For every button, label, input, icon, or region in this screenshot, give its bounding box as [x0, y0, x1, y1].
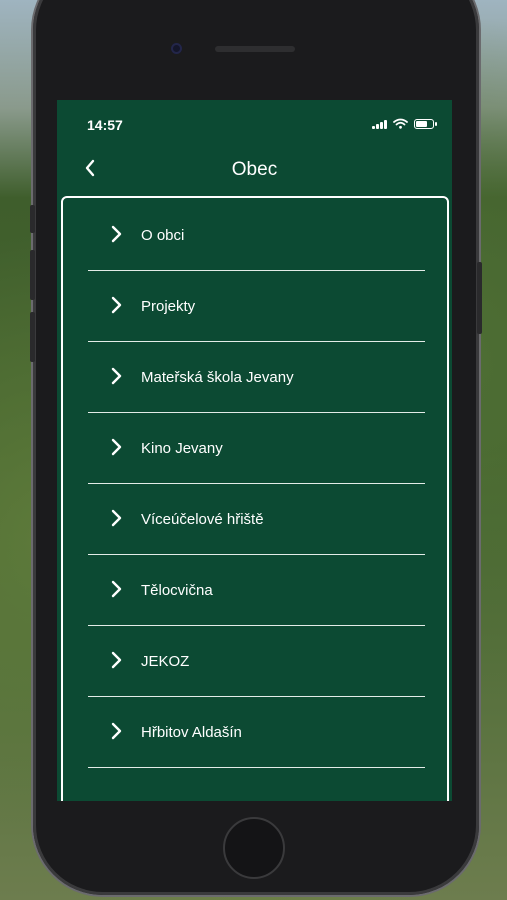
status-bar: 14:57	[57, 100, 452, 148]
menu-item-hrbitov[interactable]: Hřbitov Aldašín	[88, 697, 425, 768]
menu-item-materska-skola[interactable]: Mateřská škola Jevany	[88, 342, 425, 413]
power-button	[477, 262, 482, 334]
navigation-bar: Obec	[57, 148, 452, 194]
chevron-right-icon	[111, 367, 122, 385]
menu-item-hriste[interactable]: Víceúčelové hřiště	[88, 484, 425, 555]
app-screen: 14:57 Obec O obci Projekty Mateřská škol…	[57, 100, 452, 801]
chevron-right-icon	[111, 722, 122, 740]
menu-item-projekty[interactable]: Projekty	[88, 271, 425, 342]
menu-item-label: Projekty	[141, 298, 196, 315]
status-icons	[372, 118, 437, 129]
home-button[interactable]	[223, 817, 285, 879]
menu-item-label: Hřbitov Aldašín	[141, 724, 242, 741]
menu-item-jekoz[interactable]: JEKOZ	[88, 626, 425, 697]
menu-panel: O obci Projekty Mateřská škola Jevany Ki…	[61, 196, 449, 801]
menu-item-label: Mateřská škola Jevany	[141, 369, 294, 386]
page-title: Obec	[231, 159, 278, 180]
battery-icon	[414, 118, 437, 129]
menu-list: O obci Projekty Mateřská škola Jevany Ki…	[88, 200, 425, 768]
signal-icon	[372, 119, 387, 129]
menu-item-label: Kino Jevany	[141, 440, 223, 457]
chevron-right-icon	[111, 225, 122, 243]
menu-item-kino[interactable]: Kino Jevany	[88, 413, 425, 484]
chevron-right-icon	[111, 296, 122, 314]
speaker-grille	[215, 46, 295, 52]
volume-up-button	[30, 250, 35, 300]
menu-item-o-obci[interactable]: O obci	[88, 200, 425, 271]
chevron-right-icon	[111, 438, 122, 456]
status-time: 14:57	[87, 117, 123, 133]
menu-item-label: Víceúčelové hřiště	[141, 511, 264, 528]
chevron-right-icon	[111, 651, 122, 669]
chevron-right-icon	[111, 509, 122, 527]
wifi-icon	[393, 118, 408, 129]
front-camera	[171, 43, 182, 54]
chevron-right-icon	[111, 580, 122, 598]
mute-switch	[30, 205, 35, 233]
menu-item-label: O obci	[141, 227, 185, 244]
menu-item-label: JEKOZ	[141, 653, 190, 670]
menu-item-label: Tělocvična	[141, 582, 213, 599]
battery-level-fill	[416, 120, 427, 127]
volume-down-button	[30, 312, 35, 362]
menu-item-telocvicna[interactable]: Tělocvična	[88, 555, 425, 626]
